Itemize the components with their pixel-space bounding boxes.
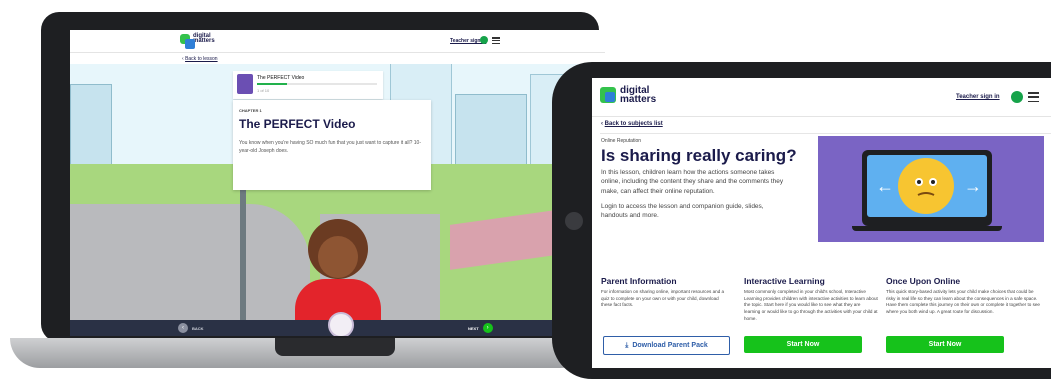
lesson-scene-illustration: The PERFECT Video 1 of 10 CHAPTER 1 The … [70, 64, 605, 320]
laptop-screen: digital matters Teacher sign in ‹ Back t… [70, 30, 605, 336]
character-face [318, 236, 358, 278]
once-upon-online-section: Once Upon Online This quick story-based … [886, 276, 1042, 341]
back-to-subjects-link[interactable]: ‹ Back to subjects list [601, 121, 663, 127]
tablet-camera [565, 212, 583, 230]
interactive-start-now-button[interactable]: Start Now [744, 336, 862, 353]
interactive-learning-section: Interactive Learning Most commonly compl… [744, 276, 878, 341]
once-upon-start-now-button[interactable]: Start Now [886, 336, 1004, 353]
divider [600, 133, 1051, 134]
brand-line2: matters [620, 94, 657, 105]
section-title: Once Upon Online [886, 276, 961, 286]
section-title: Parent Information [601, 276, 677, 286]
lesson-title: Is sharing really caring? [601, 146, 797, 165]
section-body: This quick story-based activity lets you… [886, 289, 1040, 314]
download-icon: ⤓ [625, 341, 629, 349]
hamburger-icon[interactable] [1028, 92, 1039, 102]
tablet-screen: digital matters Teacher sign in ‹ Back t… [592, 78, 1051, 368]
video-title: The PERFECT Video [257, 75, 305, 81]
login-prompt: Login to access the lesson and companion… [601, 203, 764, 220]
lesson-hero-image: ← → [818, 136, 1044, 242]
back-nav-button[interactable]: ‹ BACK [178, 323, 204, 333]
video-progress-card: The PERFECT Video 1 of 10 [233, 71, 383, 99]
chevron-right-icon: › [482, 323, 493, 333]
section-title: Interactive Learning [744, 276, 825, 286]
next-nav-button[interactable]: NEXT › [468, 323, 493, 333]
brand-logo[interactable]: digital matters [180, 33, 215, 50]
tablet-header: digital matters Teacher sign in [592, 78, 1051, 117]
thinking-emoji-icon [898, 158, 954, 214]
video-thumbnail [237, 74, 253, 94]
narrator-avatar[interactable] [328, 312, 354, 336]
logo-mark-icon [600, 87, 616, 103]
skate-ramp [70, 204, 310, 320]
chapter-card: CHAPTER 1 The PERFECT Video You know whe… [233, 100, 431, 190]
user-icon[interactable] [1011, 91, 1023, 103]
player-footer: ‹ BACK NEXT › [70, 312, 605, 336]
parent-information-section: Parent Information For information on sh… [601, 276, 729, 341]
logo-mark-icon [180, 34, 195, 50]
teacher-sign-in-link[interactable]: Teacher sign in [956, 94, 1000, 100]
laptop-hinge [275, 338, 395, 356]
laptop-header: digital matters Teacher sign in [70, 30, 605, 53]
topic-eyebrow: Online Reputation [601, 138, 642, 144]
arrow-right-icon: → [964, 176, 982, 196]
chapter-label: CHAPTER 1 [239, 108, 262, 113]
lesson-intro: In this lesson, children learn how the a… [601, 169, 784, 195]
brand-logo[interactable]: digital matters [600, 86, 657, 105]
section-body: Most commonly completed in your child's … [744, 289, 878, 321]
arrow-left-icon: ← [876, 176, 894, 196]
chapter-heading: The PERFECT Video [239, 117, 356, 131]
video-progress-fill [257, 83, 287, 85]
back-to-lesson-link[interactable]: ‹ Back to lesson [182, 56, 218, 62]
download-parent-pack-button[interactable]: ⤓ Download Parent Pack [603, 336, 730, 355]
hamburger-icon[interactable] [492, 37, 500, 44]
user-icon[interactable] [480, 36, 488, 44]
section-body: For information on sharing online, impor… [601, 289, 725, 308]
brand-line2: matters [193, 38, 215, 45]
chevron-left-icon: ‹ [178, 323, 188, 333]
video-meta: 1 of 10 [257, 88, 270, 93]
video-progress-bar [257, 83, 377, 85]
chapter-body: You know when you're having SO much fun … [239, 140, 421, 154]
